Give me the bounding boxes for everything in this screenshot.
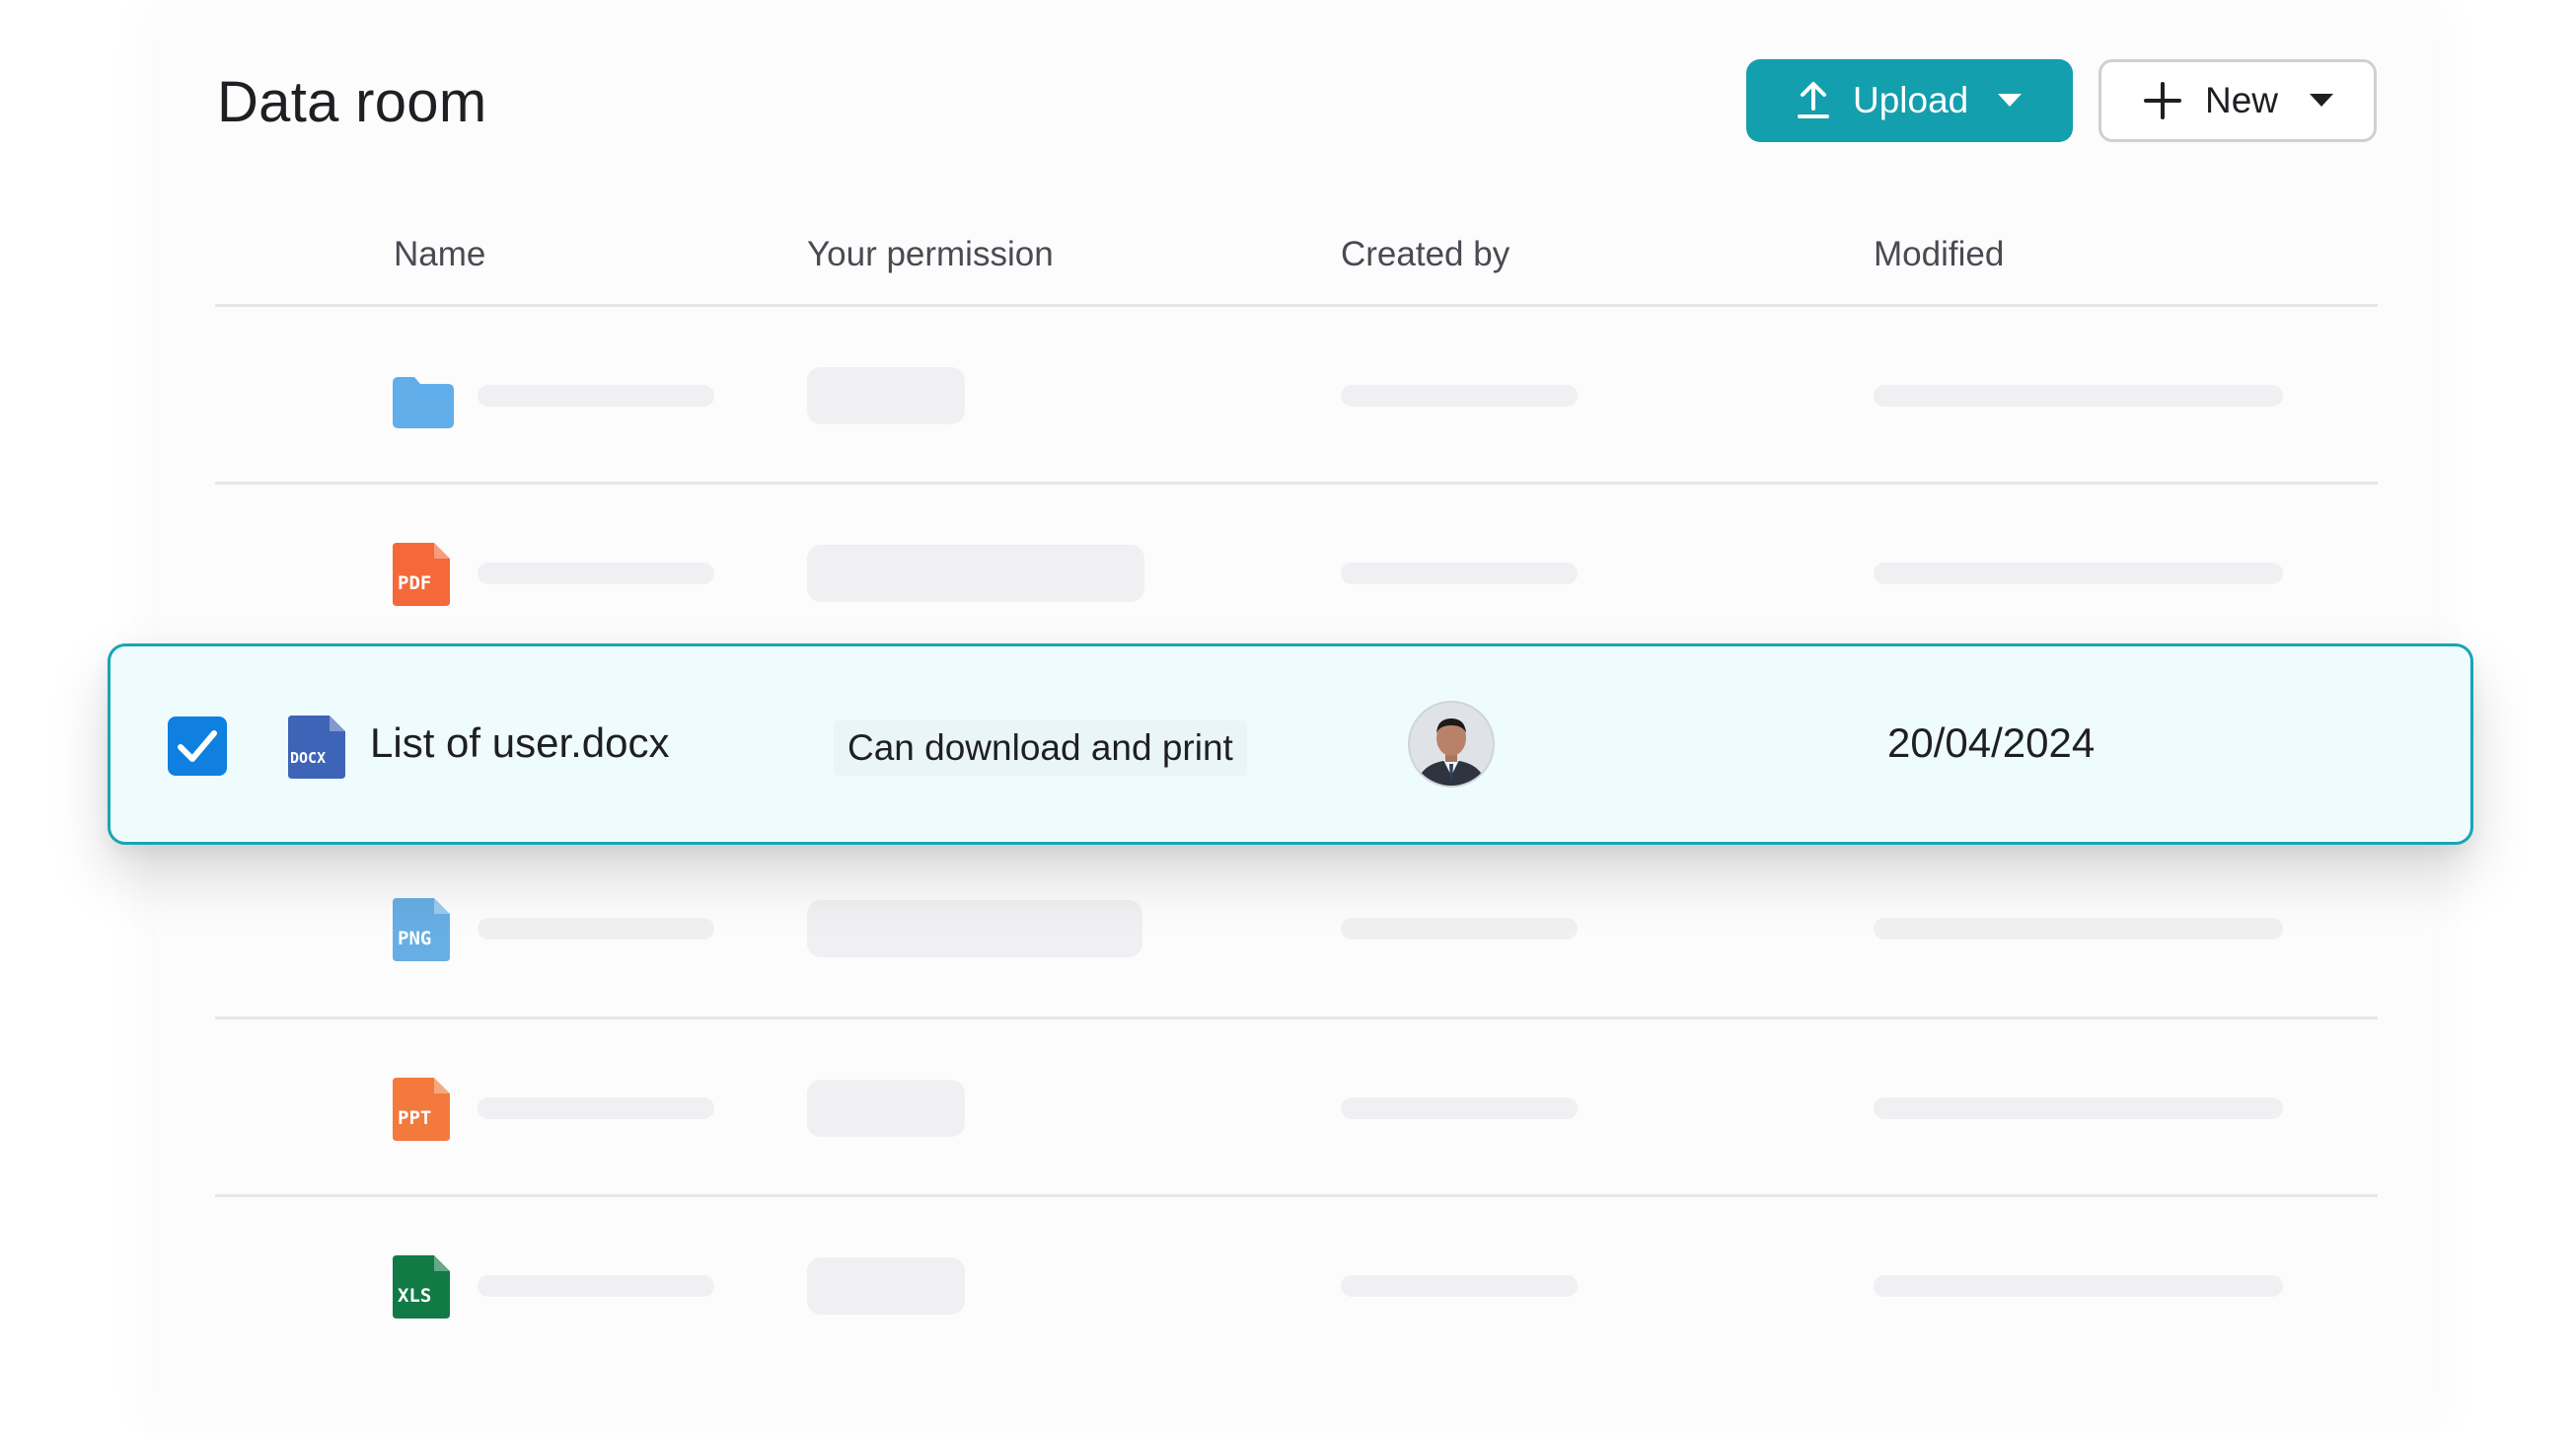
name-placeholder <box>478 1097 714 1119</box>
table-row[interactable]: XLS <box>215 1196 2378 1374</box>
plus-icon <box>2144 82 2181 119</box>
png-file-icon: PNG <box>393 898 454 961</box>
docx-file-icon: DOCX <box>288 716 349 779</box>
table-row[interactable]: PNG <box>215 839 2378 1017</box>
created-by-placeholder <box>1341 563 1578 584</box>
column-header-name[interactable]: Name <box>394 235 485 274</box>
user-avatar-icon[interactable] <box>1408 701 1495 788</box>
chevron-down-icon <box>2310 94 2334 108</box>
modified-placeholder <box>1874 1097 2283 1119</box>
modified-date: 20/04/2024 <box>1887 719 2096 766</box>
modified-placeholder <box>1874 1275 2283 1297</box>
new-button[interactable]: New <box>2098 59 2377 142</box>
page-title: Data room <box>217 70 487 134</box>
name-placeholder <box>478 563 714 584</box>
created-by-placeholder <box>1341 918 1578 940</box>
permission-placeholder <box>807 367 965 424</box>
modified-placeholder <box>1874 918 2283 940</box>
ppt-file-icon: PPT <box>393 1078 454 1141</box>
checkmark-icon <box>178 730 217 762</box>
column-header-modified[interactable]: Modified <box>1874 235 2004 274</box>
xls-file-icon: XLS <box>393 1255 454 1319</box>
created-by-placeholder <box>1341 1275 1578 1297</box>
permission-placeholder <box>807 1257 965 1315</box>
table-row[interactable]: PDF <box>215 484 2378 661</box>
upload-button-label: Upload <box>1853 80 1969 120</box>
name-placeholder <box>478 918 714 940</box>
pdf-file-icon: PDF <box>393 543 454 606</box>
table-row[interactable] <box>215 306 2378 484</box>
file-type-label: PPT <box>398 1107 432 1129</box>
chevron-down-icon <box>1998 94 2023 108</box>
upload-button[interactable]: Upload <box>1746 59 2073 142</box>
created-by-placeholder <box>1341 385 1578 407</box>
file-type-label: XLS <box>398 1285 432 1307</box>
permission-badge: Can download and print <box>834 719 1247 777</box>
modified-placeholder <box>1874 563 2283 584</box>
name-placeholder <box>478 1275 714 1297</box>
file-type-label: PNG <box>398 928 432 949</box>
file-name[interactable]: List of user.docx <box>370 719 670 767</box>
created-by-placeholder <box>1341 1097 1578 1119</box>
permission-placeholder <box>807 900 1142 957</box>
selected-table-row[interactable]: DOCX List of user.docx Can download and … <box>108 643 2473 845</box>
name-placeholder <box>478 385 714 407</box>
row-checkbox[interactable] <box>168 716 227 776</box>
upload-icon <box>1796 81 1831 120</box>
new-button-label: New <box>2205 80 2279 120</box>
modified-placeholder <box>1874 385 2283 407</box>
permission-placeholder <box>807 545 1144 602</box>
column-header-permission[interactable]: Your permission <box>807 235 1054 274</box>
permission-placeholder <box>807 1080 965 1137</box>
column-header-created-by[interactable]: Created by <box>1341 235 1509 274</box>
folder-icon <box>393 377 454 428</box>
file-type-label: PDF <box>398 572 432 594</box>
file-type-label: DOCX <box>290 749 327 767</box>
table-row[interactable]: PPT <box>215 1018 2378 1196</box>
